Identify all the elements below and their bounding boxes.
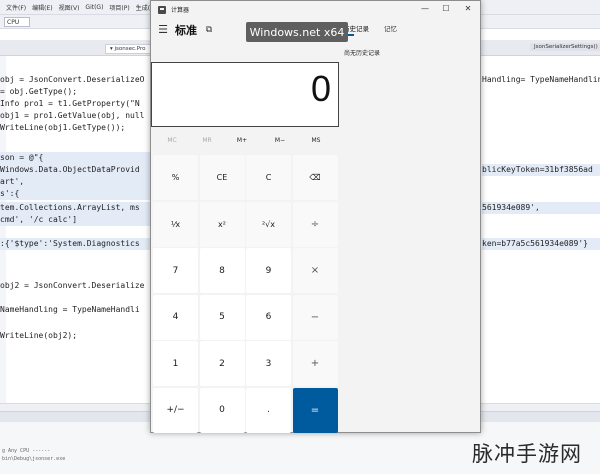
display-value: 0: [310, 68, 331, 109]
decimal-button[interactable]: .: [246, 387, 291, 433]
code-line: s':{: [0, 188, 150, 200]
digit-4-button[interactable]: 4: [153, 294, 198, 340]
tab-memory[interactable]: 记忆: [384, 23, 397, 33]
memory-button-row: MC MR M+ M− MS: [151, 132, 341, 150]
tab-selected-indicator: [347, 34, 354, 36]
clear-button[interactable]: C: [246, 155, 291, 200]
code-line: WriteLine(obj2);: [0, 331, 78, 340]
code-line: obj1 = pro1.GetValue(obj, null: [0, 111, 145, 120]
equals-button[interactable]: =: [292, 387, 338, 433]
code-line: cmd', '/c calc']: [0, 214, 150, 226]
memory-button-mc[interactable]: MC: [157, 132, 187, 150]
maximize-icon[interactable]: ☐: [438, 2, 454, 16]
add-button[interactable]: +: [292, 341, 338, 386]
digit-7-button[interactable]: 7: [153, 248, 198, 293]
digit-2-button[interactable]: 2: [199, 341, 245, 386]
memory-button-mplus[interactable]: M+: [227, 132, 257, 150]
multiply-button[interactable]: ×: [292, 248, 338, 293]
keep-on-top-icon[interactable]: ⧉: [203, 24, 215, 36]
code-line: NameHandling = TypeNameHandli: [0, 305, 140, 314]
ide-menu-item[interactable]: 项目(P): [109, 3, 129, 12]
code-line: WriteLine(obj1.GetType());: [0, 123, 126, 132]
digit-0-button[interactable]: 0: [199, 387, 245, 433]
history-pane: 历史记录 记忆 尚无历史记录: [343, 18, 480, 432]
ide-member-tab[interactable]: JsonSerializerSettings(): [530, 43, 600, 51]
code-line: Windows.Data.ObjectDataProvid: [0, 164, 150, 176]
reciprocal-button[interactable]: ⅟x: [153, 201, 198, 247]
keypad: % CE C ⌫ ⅟x x² ²√x ÷ 7 8 9 × 4 5 6− 1 2 3 + +/− 0. =: [153, 155, 339, 433]
code-line: = obj.GetType();: [0, 87, 78, 96]
memory-button-mr[interactable]: MR: [192, 132, 222, 150]
window-title: 计算器: [171, 7, 190, 14]
close-icon[interactable]: ✕: [460, 2, 476, 16]
backspace-button[interactable]: ⌫: [292, 155, 338, 200]
code-line: son = @"{: [0, 152, 150, 164]
code-line: obj2 = JsonConvert.Deserialize: [0, 281, 145, 290]
watermark: 脉冲手游网: [472, 442, 582, 466]
code-line: tem.Collections.ArrayList, ms: [0, 202, 150, 214]
negate-button[interactable]: +/−: [153, 387, 198, 433]
digit-8-button[interactable]: 8: [199, 248, 245, 293]
square-root-button[interactable]: ²√x: [246, 201, 291, 247]
platform-dropdown[interactable]: CPU: [4, 16, 31, 27]
code-line-tail: blicKeyToken=31bf3856ad: [482, 164, 600, 176]
memory-button-mminus[interactable]: M−: [265, 132, 295, 150]
clear-entry-button[interactable]: CE: [199, 155, 245, 200]
divide-button[interactable]: ÷: [292, 201, 338, 247]
history-empty-message: 尚无历史记录: [344, 50, 381, 57]
digit-9-button[interactable]: 9: [246, 248, 291, 293]
mode-title: 标准: [175, 24, 197, 37]
code-line: :{'$type':'System.Diagnostics: [0, 238, 150, 250]
percent-button[interactable]: %: [153, 155, 198, 200]
memory-button-ms[interactable]: MS: [301, 132, 331, 150]
calculator-titlebar[interactable]: 计算器 — ☐ ✕: [151, 1, 480, 18]
minimize-icon[interactable]: —: [417, 2, 433, 16]
ide-file-tab[interactable]: ▾ jsonsec.Pro: [105, 44, 151, 54]
calculator-window: 计算器 — ☐ ✕ ☰ 标准 ⧉ 0 MC MR M+ M− MS % CE C ⌫ ⅟x x² ²…: [150, 0, 481, 433]
code-line-tail: 561934e089',: [482, 202, 600, 214]
result-display: 0: [151, 62, 339, 127]
overlay-label: Windows.net x64: [246, 22, 348, 42]
ide-menu-item[interactable]: 视图(V): [59, 3, 80, 12]
ide-menu-item[interactable]: Git(G): [85, 4, 103, 11]
hamburger-menu-icon[interactable]: ☰: [157, 24, 169, 36]
ide-menu-item[interactable]: 编辑(E): [32, 3, 52, 12]
output-line: g Any CPU ------: [2, 448, 51, 454]
digit-6-button[interactable]: 6: [246, 294, 291, 340]
code-line-tail: ken=b77a5c561934e089'}: [482, 238, 600, 250]
calculator-app-icon: [158, 6, 166, 14]
output-line: bin\Debug\jsonser.exe: [2, 456, 66, 462]
square-button[interactable]: x²: [199, 201, 245, 247]
digit-3-button[interactable]: 3: [246, 341, 291, 386]
digit-1-button[interactable]: 1: [153, 341, 198, 386]
subtract-button[interactable]: −: [292, 294, 338, 340]
code-line-tail: Handling= TypeNameHandling: [482, 75, 600, 84]
code-line: Info pro1 = t1.GetProperty("N: [0, 99, 140, 108]
code-line: obj = JsonConvert.DeserializeO: [0, 75, 145, 84]
ide-menu-item[interactable]: 文件(F): [6, 3, 26, 12]
code-line: art',: [0, 176, 150, 188]
digit-5-button[interactable]: 5: [199, 294, 245, 340]
